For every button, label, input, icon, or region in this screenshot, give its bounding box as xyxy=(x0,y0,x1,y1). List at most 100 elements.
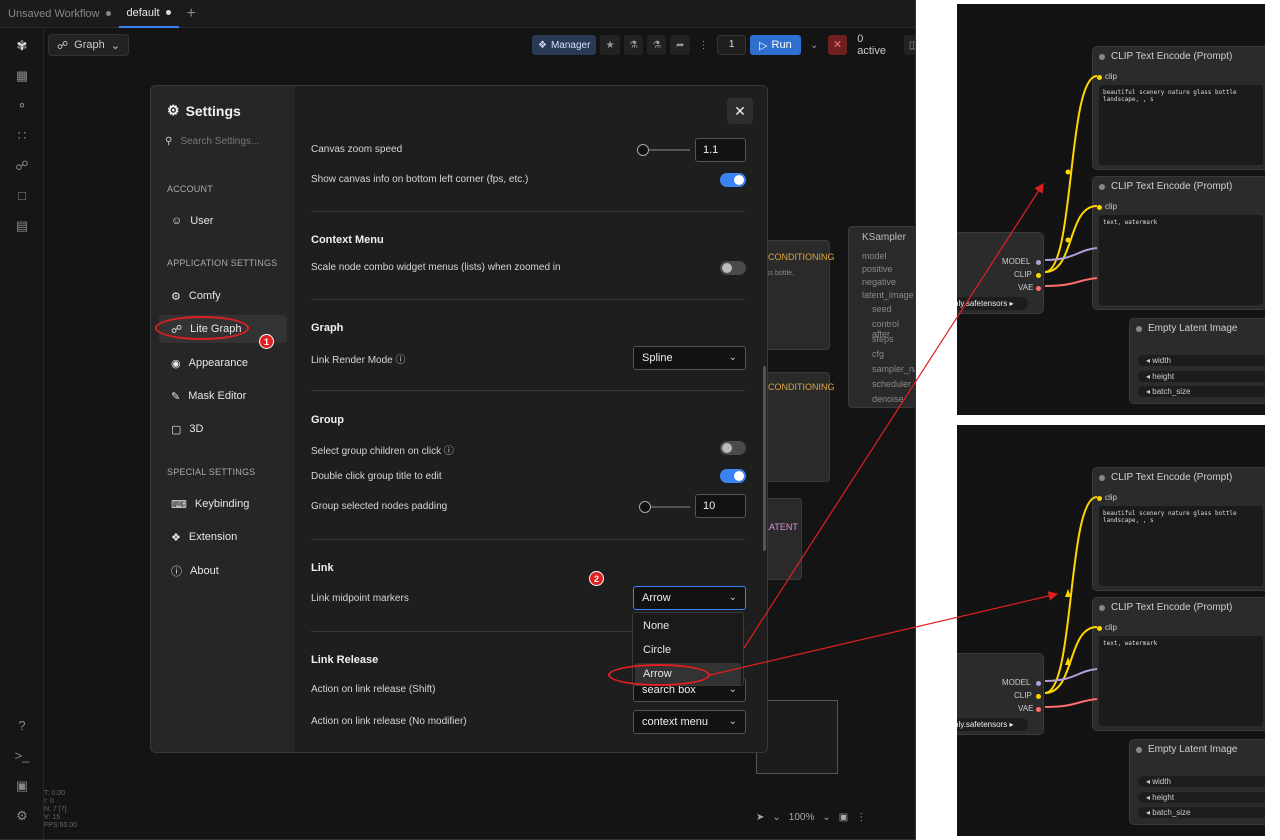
run-button[interactable]: ▷ Run xyxy=(750,35,801,55)
cube-icon: ▢ xyxy=(171,423,182,436)
panel-toggle-icon[interactable]: ◫ xyxy=(903,35,915,55)
action-nomod-label: Action on link release (No modifier) xyxy=(311,716,467,727)
chevron-down-icon[interactable]: ⌄ xyxy=(822,812,830,823)
manager-label: Manager xyxy=(550,39,591,51)
graph-section-title: Graph xyxy=(311,322,344,334)
account-header: ACCOUNT xyxy=(167,184,213,194)
ksampler-widget-denoise: denoise xyxy=(872,394,904,404)
scale-combo-toggle[interactable] xyxy=(720,261,746,275)
link-render-mode-label: Link Render Mode xyxy=(311,355,393,366)
sidebar-item-label: Extension xyxy=(188,531,238,543)
link-visibility-icon[interactable]: ⋮ xyxy=(856,812,866,823)
templates-icon[interactable]: □ xyxy=(14,188,30,204)
ksampler-port-positive: positive xyxy=(862,264,893,274)
zoom-level[interactable]: 100% xyxy=(789,812,815,823)
add-tab-icon[interactable]: + xyxy=(179,5,204,23)
group-padding-slider-handle[interactable] xyxy=(639,501,651,513)
close-button[interactable]: ✕ xyxy=(727,98,753,124)
bottom-panel-icon[interactable]: ▣ xyxy=(14,778,30,794)
ksampler-widget-sampler: sampler_na xyxy=(872,364,916,374)
share-icon[interactable]: ➦ xyxy=(670,35,690,55)
nodes-icon[interactable]: ⚬ xyxy=(14,98,30,114)
drag-handle-icon[interactable]: ⋮ xyxy=(694,35,713,55)
info-icon: ⓘ xyxy=(171,566,182,578)
link-render-mode-select[interactable]: Spline ⌄ xyxy=(633,346,746,370)
left-sidebar: ✾ ▦ ⚬ ∷ ☍ □ ▤ ? >_ ▣ ⚙ xyxy=(0,28,44,839)
ksampler-widget-cfg: cfg xyxy=(872,349,885,359)
settings-scrollbar[interactable] xyxy=(763,366,766,551)
select-group-children-toggle[interactable] xyxy=(720,441,746,455)
sidebar-item-appearance[interactable]: ◉ Appearance xyxy=(159,349,287,377)
workflows-icon[interactable]: ☍ xyxy=(14,158,30,174)
sidebar-item-mask-editor[interactable]: ✎ Mask Editor xyxy=(159,382,287,410)
graph-icon: ☍ xyxy=(57,39,69,52)
images-icon[interactable]: ▦ xyxy=(14,68,30,84)
manager-button[interactable]: ❖ Manager xyxy=(532,35,597,55)
special-settings-header: SPECIAL SETTINGS xyxy=(167,467,256,477)
comfy-logo-icon[interactable]: ✾ xyxy=(14,38,30,54)
canvas-zoom-speed-slider-handle[interactable] xyxy=(636,144,649,156)
gear-icon: ⚙ xyxy=(167,102,180,118)
prompt-snippet: ss bottle, xyxy=(766,270,795,277)
show-canvas-info-toggle[interactable] xyxy=(720,173,746,187)
model-library-icon[interactable]: ∷ xyxy=(14,128,30,144)
unsaved-dot-icon xyxy=(165,10,171,15)
star-icon[interactable]: ★ xyxy=(600,35,620,55)
info-icon[interactable]: ⓘ xyxy=(444,446,454,457)
chevron-down-icon[interactable]: ⌄ xyxy=(772,812,780,823)
preview-panel-before: CLIP Text Encode (Prompt) clip beautiful… xyxy=(957,4,1265,415)
stop-button[interactable]: ✕ xyxy=(827,35,848,55)
tab-default[interactable]: default xyxy=(118,0,179,28)
link-midpoint-select[interactable]: Arrow ⌄ xyxy=(633,586,746,610)
sidebar-item-extension[interactable]: ❖ Extension xyxy=(159,523,287,551)
search-input[interactable]: Search Settings... xyxy=(180,136,259,147)
gear-icon[interactable]: ⚙ xyxy=(14,808,30,824)
help-icon[interactable]: ? xyxy=(14,718,30,734)
group-section-title: Group xyxy=(311,414,344,426)
active-queue-count[interactable]: 0 active xyxy=(851,33,900,57)
sidebar-item-about[interactable]: ⓘ About xyxy=(159,557,287,585)
scale-combo-label: Scale node combo widget menus (lists) wh… xyxy=(311,262,561,273)
minimap[interactable] xyxy=(756,700,838,774)
queue-count-input[interactable]: 1 xyxy=(717,35,747,55)
minimap-toggle-icon[interactable]: ▣ xyxy=(839,812,848,823)
graph-button[interactable]: ☍ Graph ⌄ xyxy=(48,34,129,56)
brush-icon: ✎ xyxy=(171,390,181,403)
canvas-info-stats: T: 0.00 I: 0 N: 7 [7] V: 15 FPS:60.00 xyxy=(44,790,78,829)
sidebar-item-keybinding[interactable]: ⌨ Keybinding xyxy=(159,490,287,518)
sidebar-item-comfy[interactable]: ⚙ Comfy xyxy=(159,282,287,310)
ksampler-widget-scheduler: scheduler xyxy=(872,379,912,389)
run-options-chevron-icon[interactable]: ⌄ xyxy=(805,35,824,55)
divider xyxy=(311,299,745,300)
link-midpoint-label: Link midpoint markers xyxy=(311,593,409,604)
sidebar-item-label: User xyxy=(190,215,214,227)
search-settings[interactable]: ⚲ Search Settings... xyxy=(165,136,259,147)
settings-sidebar: ⚙ Settings ⚲ Search Settings... ACCOUNT … xyxy=(151,86,295,752)
pointer-icon[interactable]: ➤ xyxy=(756,812,764,823)
action-nomod-select[interactable]: context menu ⌄ xyxy=(633,710,746,734)
option-circle[interactable]: Circle xyxy=(635,639,741,661)
chevron-down-icon: ⌄ xyxy=(110,39,120,52)
select-value: context menu xyxy=(642,716,709,728)
annotation-ellipse-arrow xyxy=(608,664,710,686)
settings-title-text: Settings xyxy=(185,102,241,119)
sidebar-item-user[interactable]: ☺ User xyxy=(159,207,287,235)
tab-label: default xyxy=(126,6,160,19)
link-wires-before xyxy=(1044,75,1098,287)
conditioning-output: CONDITIONING xyxy=(768,382,835,392)
terminal-icon[interactable]: >_ xyxy=(14,748,30,764)
ksampler-port-negative: negative xyxy=(862,277,897,287)
double-click-group-toggle[interactable] xyxy=(720,469,746,483)
close-icon: ✕ xyxy=(734,103,746,119)
tab-unsaved-workflow[interactable]: Unsaved Workflow xyxy=(0,0,119,28)
link-release-section-title: Link Release xyxy=(311,654,379,666)
option-none[interactable]: None xyxy=(635,615,741,637)
canvas-zoom-speed-input[interactable]: 1.1 xyxy=(695,138,746,162)
action-shift-label: Action on link release (Shift) xyxy=(311,684,436,695)
flask-alt-icon[interactable]: ⚗ xyxy=(647,35,667,55)
queue-icon[interactable]: ▤ xyxy=(14,218,30,234)
sidebar-item-3d[interactable]: ▢ 3D xyxy=(159,415,287,443)
group-padding-input[interactable]: 10 xyxy=(695,494,746,518)
flask-icon[interactable]: ⚗ xyxy=(623,35,644,55)
info-icon[interactable]: ⓘ xyxy=(396,355,406,366)
